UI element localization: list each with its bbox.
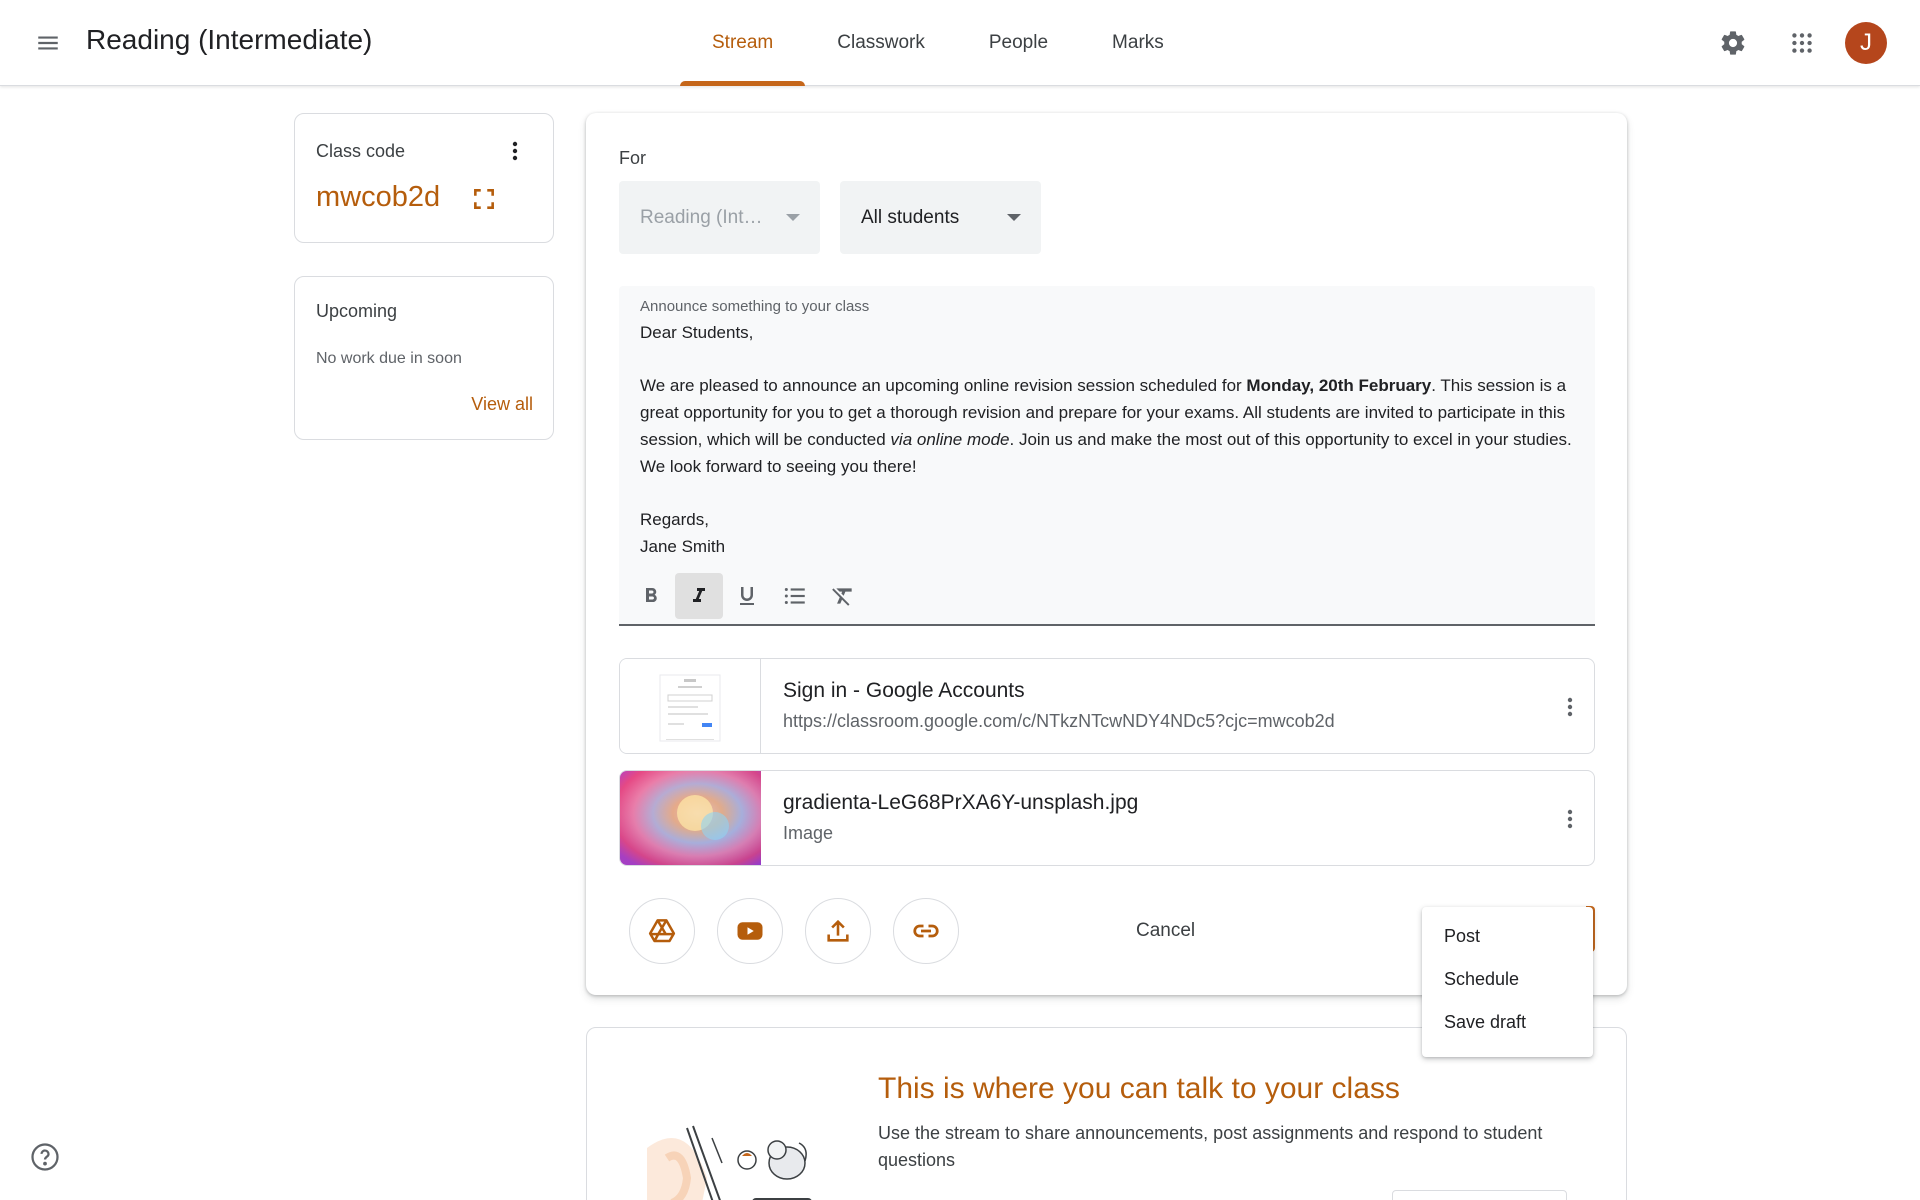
tab-bar: Stream Classwork People Marks [680,0,1196,86]
announcement-paragraph: We are pleased to announce an upcoming o… [640,376,1572,476]
bold-icon[interactable] [627,573,675,619]
bold-date: Monday, 20th February [1246,376,1432,396]
italic-icon[interactable] [675,573,723,619]
menu-item-post[interactable]: Post [1422,915,1593,958]
clear-formatting-icon[interactable] [819,573,867,619]
closing-line: Regards, [640,509,709,529]
cancel-button[interactable]: Cancel [1110,898,1221,964]
more-vert-icon[interactable] [500,136,530,166]
intro-description: Use the stream to share announcements, p… [878,1123,1543,1170]
attachment-title: Sign in - Google Accounts [783,679,1025,702]
attachment-type: Image [783,823,834,843]
class-code-card: Class code mwcob2d [294,113,554,243]
students-select[interactable]: All students [840,181,1041,254]
editor-text[interactable]: Dear Students, We are pleased to announc… [640,320,1578,560]
upcoming-title: Upcoming [316,301,398,321]
image-thumbnail [620,771,761,865]
add-link-button[interactable] [893,898,959,964]
google-drive-button[interactable] [629,898,695,964]
class-title[interactable]: Reading (Intermediate) [86,24,372,56]
class-code-value: mwcob2d [316,181,441,213]
underline-icon[interactable] [723,573,771,619]
tab-marks[interactable]: Marks [1080,0,1196,86]
intro-heading: This is where you can talk to your class [878,1072,1400,1105]
dropdown-caret-icon [786,214,800,221]
link-attachment[interactable]: Sign in - Google Accounts https://classr… [619,658,1595,754]
stream-illustration [627,1088,847,1200]
more-vert-icon[interactable] [1555,804,1585,834]
app-header: Reading (Intermediate) Stream Classwork … [0,0,1920,86]
menu-item-schedule[interactable]: Schedule [1422,958,1593,1001]
youtube-button[interactable] [717,898,783,964]
intro-action-button[interactable] [1392,1190,1567,1200]
tab-stream[interactable]: Stream [680,0,806,86]
bulleted-list-icon[interactable] [771,573,819,619]
italic-phrase: via online mode [890,429,1010,449]
menu-item-save-draft[interactable]: Save draft [1422,1001,1593,1044]
view-all-link[interactable]: View all [471,394,533,415]
editor-floating-label: Announce something to your class [640,298,870,315]
signature-line: Jane Smith [640,536,726,556]
class-select[interactable]: Reading (Int… [619,181,820,254]
upcoming-empty-text: No work due in soon [316,350,462,367]
upcoming-card: Upcoming No work due in soon View all [294,276,554,440]
attachment-url: https://classroom.google.com/c/NTkzNTcwN… [783,711,1335,731]
link-icon [913,924,939,938]
post-options-menu: Post Schedule Save draft [1422,907,1593,1057]
for-label: For [619,148,646,168]
upload-icon [827,919,849,942]
tab-people[interactable]: People [957,0,1080,86]
upload-button[interactable] [805,898,871,964]
dropdown-caret-icon [1007,214,1021,221]
avatar[interactable]: J [1845,22,1887,64]
greeting-line: Dear Students, [640,323,754,342]
more-vert-icon[interactable] [1555,692,1585,722]
google-drive-icon [648,919,676,943]
announcement-editor[interactable]: Announce something to your class Dear St… [619,286,1595,626]
announcement-compose-card: For Reading (Int… All students Announce … [586,113,1627,995]
students-select-value: All students [861,206,960,228]
grid-apps-icon[interactable] [1781,22,1823,64]
help-circle-icon[interactable] [28,1140,62,1174]
hamburger-menu-icon[interactable] [27,22,69,64]
formatting-toolbar [627,573,867,619]
tab-classwork[interactable]: Classwork [805,0,957,86]
image-attachment[interactable]: gradienta-LeG68PrXA6Y-unsplash.jpg Image [619,770,1595,866]
youtube-icon [737,922,763,940]
class-select-value: Reading (Int… [640,206,763,228]
fullscreen-icon[interactable] [471,186,497,212]
link-thumbnail [620,659,761,753]
gear-icon[interactable] [1712,22,1754,64]
class-code-label: Class code [316,141,406,161]
attachment-title: gradienta-LeG68PrXA6Y-unsplash.jpg [783,791,1139,814]
